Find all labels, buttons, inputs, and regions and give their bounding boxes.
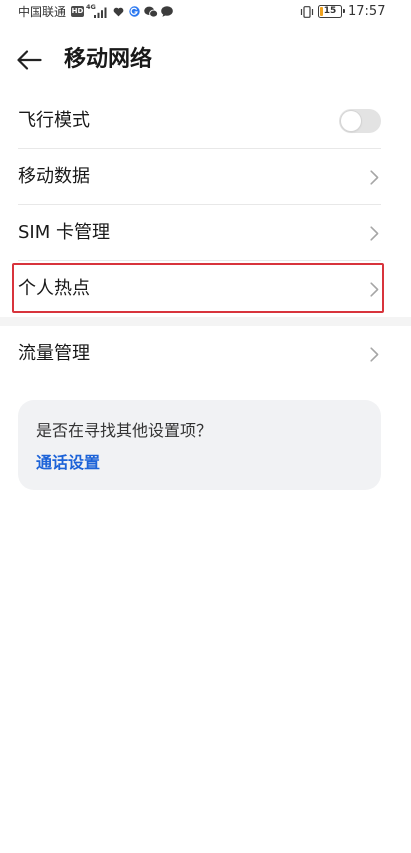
settings-item-label: 个人热点	[18, 278, 90, 299]
clock: 17:57	[348, 4, 386, 19]
wechat-icon	[144, 6, 159, 18]
signal-icon	[94, 7, 107, 18]
battery-level: 15	[323, 6, 337, 16]
carrier-name: 中国联通	[18, 5, 67, 19]
settings-item-data-usage[interactable]: 流量管理	[0, 326, 411, 382]
section-divider	[0, 317, 411, 326]
battery-icon: 15	[318, 5, 345, 18]
chevron-right-icon	[370, 346, 379, 362]
chevron-right-icon	[370, 169, 379, 185]
toggle-knob	[341, 111, 361, 131]
browser-icon	[129, 6, 140, 17]
settings-group-data-usage: 流量管理	[0, 326, 411, 382]
call-settings-link[interactable]: 通话设置	[36, 453, 100, 473]
settings-item-sim-management[interactable]: SIM 卡管理	[0, 205, 411, 261]
vibrate-icon	[300, 6, 314, 18]
suggestion-card: 是否在寻找其他设置项？ 通话设置	[18, 400, 381, 490]
back-arrow-icon	[17, 50, 42, 70]
settings-item-label: 飞行模式	[18, 110, 90, 131]
settings-group-network: 飞行模式 移动数据 SIM 卡管理 个人热点	[0, 93, 411, 317]
heart-icon	[113, 7, 124, 17]
chevron-right-icon	[370, 281, 379, 297]
chevron-right-icon	[370, 225, 379, 241]
message-icon	[161, 6, 173, 17]
settings-item-mobile-data[interactable]: 移动数据	[0, 149, 411, 205]
settings-item-personal-hotspot[interactable]: 个人热点	[0, 261, 411, 317]
settings-item-label: 移动数据	[18, 166, 90, 187]
page-title: 移动网络	[64, 47, 153, 72]
settings-item-airplane-mode[interactable]: 飞行模式	[0, 93, 411, 149]
settings-item-label: SIM 卡管理	[18, 222, 110, 243]
status-bar: 中国联通 HD 4G 15 17:57	[0, 0, 411, 24]
suggestion-question: 是否在寻找其他设置项？	[36, 421, 213, 440]
airplane-mode-toggle[interactable]	[339, 109, 381, 133]
back-button[interactable]	[16, 46, 46, 74]
settings-item-label: 流量管理	[18, 343, 90, 364]
hd-icon: HD	[71, 6, 84, 17]
